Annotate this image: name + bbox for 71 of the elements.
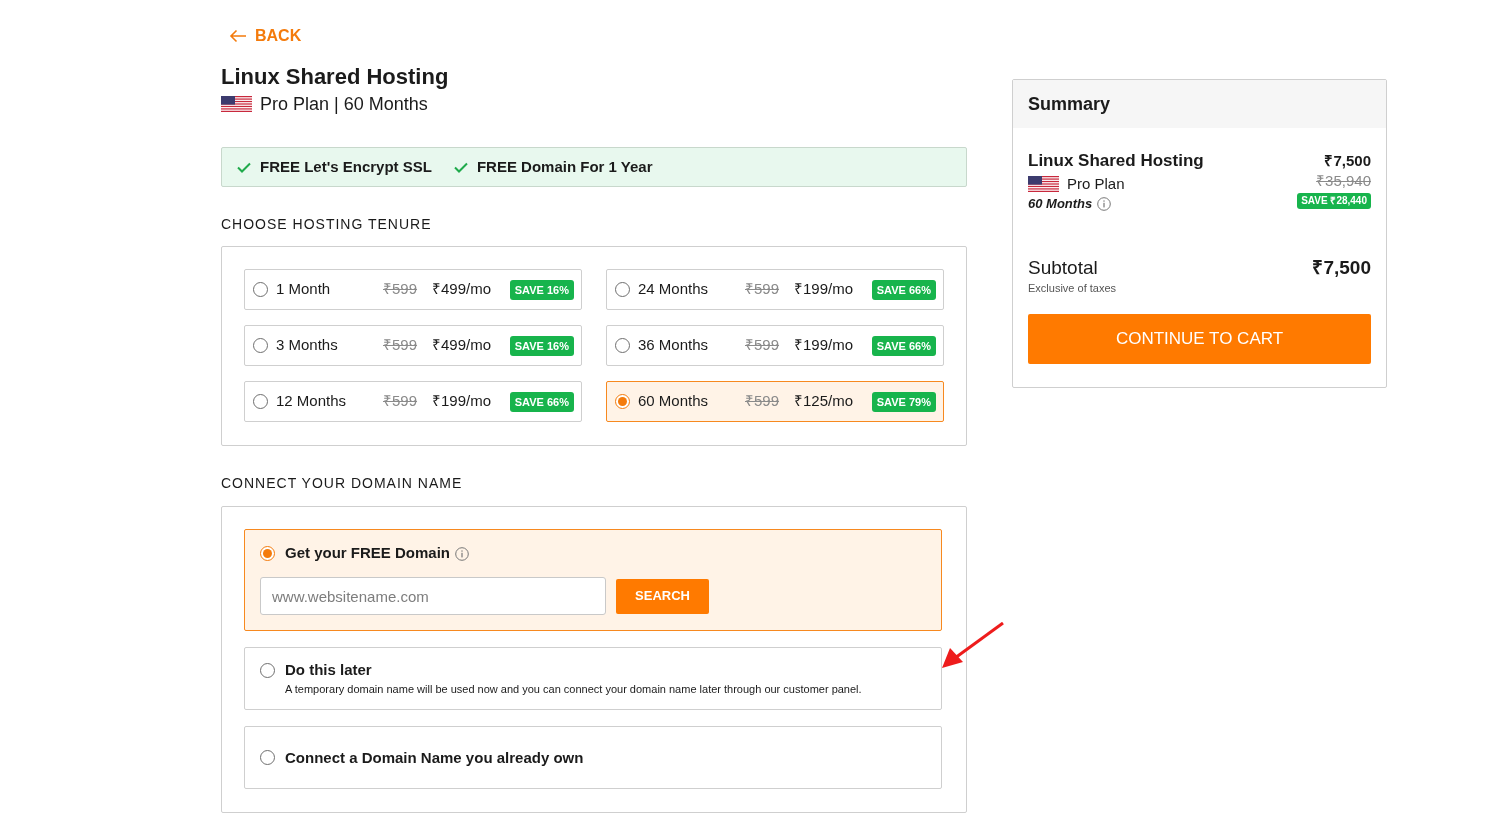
flag-icon (221, 96, 252, 112)
tenure-option[interactable]: 36 Months ₹599 ₹199/mo SAVE 66% (606, 325, 944, 366)
option-label: 36 Months (638, 335, 710, 356)
tenure-option[interactable]: 3 Months ₹599 ₹499/mo SAVE 16% (244, 325, 582, 366)
price-text: ₹199/mo (432, 391, 492, 412)
plan-subtitle: Pro Plan | 60 Months (260, 93, 428, 115)
option-label: 12 Months (276, 391, 348, 412)
subtotal-label: Subtotal (1028, 256, 1098, 280)
info-icon[interactable] (455, 547, 470, 561)
tenure-option[interactable]: 12 Months ₹599 ₹199/mo SAVE 66% (244, 381, 582, 422)
savings-badge: SAVE 79% (871, 391, 936, 412)
original-price: ₹599 (745, 335, 781, 356)
option-label: 1 Month (276, 279, 332, 300)
feature-text: FREE Let's Encrypt SSL (260, 156, 432, 177)
radio-button[interactable] (615, 282, 630, 297)
check-icon (453, 161, 468, 173)
price-text: ₹125/mo (794, 391, 854, 412)
check-icon (237, 161, 251, 173)
tenure-option[interactable]: 24 Months ₹599 ₹199/mo SAVE 66% (606, 269, 944, 310)
original-price: ₹35,940 (1316, 172, 1371, 190)
radio-button[interactable] (253, 282, 268, 297)
price-text: ₹199/mo (794, 279, 854, 300)
tenure-option[interactable]: 1 Month ₹599 ₹499/mo SAVE 16% (244, 269, 582, 310)
option-label: 60 Months (638, 391, 710, 412)
option-label: 3 Months (276, 335, 339, 356)
term-text: 60 Months (1028, 195, 1093, 213)
section-heading: CONNECT YOUR DOMAIN NAME (221, 474, 464, 492)
savings-badge: SAVE 66% (871, 279, 936, 300)
flag-icon (1028, 176, 1059, 192)
radio-button[interactable] (260, 545, 275, 561)
domain-option[interactable]: Do this later A temporary domain name will be used now and you can connect your domain name later through our customer panel. (244, 647, 942, 710)
plan-name: Pro Plan (1067, 174, 1125, 194)
tenure-option[interactable]: 60 Months ₹599 ₹125/mo SAVE 79% (606, 381, 944, 422)
domain-input[interactable]: www.websitename.com (260, 577, 606, 615)
option-label: Get your FREE Domain (285, 544, 451, 562)
option-label: Do this later (285, 661, 372, 679)
original-price: ₹599 (383, 335, 419, 356)
domain-option[interactable]: Connect a Domain Name you already own (244, 726, 942, 789)
feature-text: FREE Domain For 1 Year (476, 156, 653, 177)
original-price: ₹599 (745, 279, 781, 300)
info-icon[interactable] (1097, 197, 1112, 211)
annotation-arrow (941, 622, 1004, 670)
subtotal-amount: ₹7,500 (1312, 256, 1371, 280)
original-price: ₹599 (383, 279, 419, 300)
option-label: 24 Months (638, 279, 710, 300)
price-text: ₹499/mo (432, 335, 492, 356)
original-price: ₹599 (383, 391, 419, 412)
arrow-left-icon (229, 29, 247, 43)
domain-option[interactable]: Get your FREE Domain www.websitename.com SEARCH (244, 529, 942, 631)
item-name: Linux Shared Hosting (1028, 150, 1204, 172)
option-label: Connect a Domain Name you already own (285, 748, 584, 767)
radio-button[interactable] (615, 394, 630, 409)
option-description: A temporary domain name will be used now and you can connect your domain name later through our customer panel. (285, 682, 863, 696)
item-price: ₹7,500 (1324, 151, 1371, 171)
radio-button[interactable] (253, 394, 268, 409)
savings-badge: SAVE ₹28,440 (1297, 193, 1371, 209)
summary-title: Summary (1028, 92, 1111, 116)
product-title: Linux Shared Hosting (221, 64, 450, 90)
radio-button[interactable] (253, 338, 268, 353)
savings-badge: SAVE 66% (509, 391, 574, 412)
section-heading: CHOOSE HOSTING TENURE (221, 215, 433, 233)
tax-note: Exclusive of taxes (1028, 281, 1118, 295)
price-text: ₹499/mo (432, 279, 492, 300)
radio-button[interactable] (615, 338, 630, 353)
savings-badge: SAVE 66% (871, 335, 936, 356)
radio-button[interactable] (260, 750, 275, 765)
original-price: ₹599 (745, 391, 781, 412)
savings-badge: SAVE 16% (509, 279, 574, 300)
radio-button[interactable] (260, 662, 275, 678)
savings-badge: SAVE 16% (509, 335, 574, 356)
price-text: ₹199/mo (794, 335, 854, 356)
